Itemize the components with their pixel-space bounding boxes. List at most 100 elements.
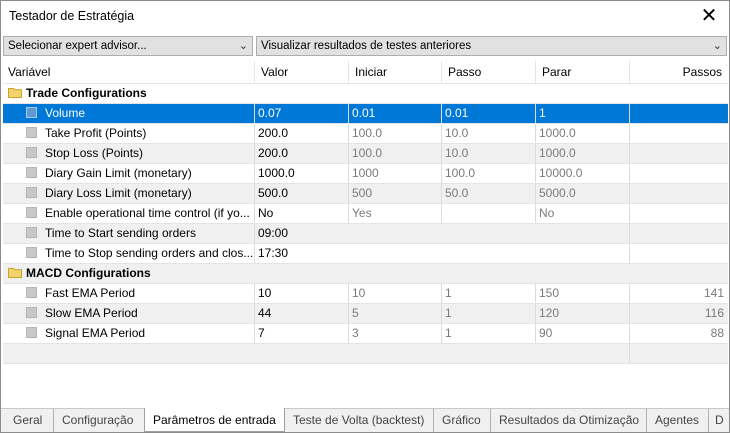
start-cell (349, 224, 442, 243)
column-header-iniciar[interactable]: Iniciar (349, 61, 442, 83)
table-row-volume[interactable]: Volume 0.07 0.01 0.01 1 (3, 104, 728, 124)
steps-cell (630, 224, 728, 243)
table-row[interactable]: Time to Start sending orders 09:00 (3, 224, 728, 244)
value-cell[interactable]: 200.0 (255, 144, 349, 163)
table-row[interactable]: Take Profit (Points) 200.0 100.0 10.0 10… (3, 124, 728, 144)
checkbox[interactable] (26, 287, 37, 299)
value-cell[interactable]: 09:00 (255, 224, 349, 243)
checkbox[interactable] (26, 327, 37, 339)
step-cell (442, 244, 536, 263)
column-header-parar[interactable]: Parar (536, 61, 630, 83)
step-cell[interactable]: 1 (442, 324, 536, 343)
steps-cell (630, 124, 728, 143)
table-row[interactable]: Slow EMA Period 44 5 1 120 116 (3, 304, 728, 324)
checkbox[interactable] (26, 307, 37, 319)
folder-icon (8, 88, 22, 99)
group-label: MACD Configurations (26, 266, 151, 280)
stop-cell[interactable]: 5000.0 (536, 184, 630, 203)
value-cell[interactable]: 7 (255, 324, 349, 343)
tab-agentes[interactable]: Agentes (646, 409, 707, 432)
stop-cell[interactable]: No (536, 204, 630, 223)
variable-name: Time to Start sending orders (45, 226, 196, 240)
strategy-tester-window: Testador de Estratégia ✕ Selecionar expe… (0, 0, 730, 433)
tab-geral[interactable]: Geral (5, 409, 50, 432)
start-cell[interactable]: 3 (349, 324, 442, 343)
chevron-down-icon: ⌄ (238, 40, 248, 52)
step-cell[interactable]: 10.0 (442, 124, 536, 143)
group-row-macd[interactable]: MACD Configurations (3, 264, 728, 284)
checkbox[interactable] (26, 167, 37, 179)
step-cell[interactable]: 1 (442, 284, 536, 303)
steps-cell (630, 204, 728, 223)
group-cell: MACD Configurations (3, 264, 728, 283)
step-cell[interactable]: 50.0 (442, 184, 536, 203)
variable-name: Signal EMA Period (45, 326, 146, 340)
step-cell (442, 224, 536, 243)
value-cell[interactable]: 0.07 (255, 104, 349, 123)
tab-d[interactable]: D (708, 409, 729, 432)
table-row[interactable]: Fast EMA Period 10 10 1 150 141 (3, 284, 728, 304)
variable-name: Take Profit (Points) (45, 126, 147, 140)
stop-cell[interactable]: 90 (536, 324, 630, 343)
value-cell[interactable]: 1000.0 (255, 164, 349, 183)
checkbox[interactable] (26, 227, 37, 239)
value-cell[interactable]: 44 (255, 304, 349, 323)
start-cell[interactable]: Yes (349, 204, 442, 223)
checkbox[interactable] (26, 247, 37, 259)
step-cell[interactable]: 0.01 (442, 104, 536, 123)
expert-advisor-select[interactable]: Selecionar expert advisor... ⌄ (3, 36, 253, 56)
stop-cell[interactable]: 10000.0 (536, 164, 630, 183)
value-cell[interactable]: 200.0 (255, 124, 349, 143)
step-cell[interactable] (442, 204, 536, 223)
checkbox[interactable] (26, 187, 37, 199)
start-cell[interactable]: 500 (349, 184, 442, 203)
table-row[interactable]: Diary Gain Limit (monetary) 1000.0 1000 … (3, 164, 728, 184)
steps-cell (630, 164, 728, 183)
stop-cell[interactable]: 150 (536, 284, 630, 303)
variable-cell: Signal EMA Period (3, 324, 255, 343)
stop-cell[interactable]: 120 (536, 304, 630, 323)
stop-cell (536, 244, 630, 263)
checkbox[interactable] (26, 147, 37, 159)
column-header-passo[interactable]: Passo (442, 61, 536, 83)
expert-advisor-select-value: Selecionar expert advisor... (8, 40, 147, 52)
group-row-trade[interactable]: Trade Configurations (3, 84, 728, 104)
empty-cell (3, 344, 630, 363)
step-cell[interactable]: 1 (442, 304, 536, 323)
tab-teste-de-volta[interactable]: Teste de Volta (backtest) (285, 409, 432, 432)
start-cell[interactable]: 5 (349, 304, 442, 323)
tab-grafico[interactable]: Gráfico (433, 409, 489, 432)
step-cell[interactable]: 100.0 (442, 164, 536, 183)
previous-results-select[interactable]: Visualizar resultados de testes anterior… (256, 36, 727, 56)
start-cell[interactable]: 10 (349, 284, 442, 303)
checkbox[interactable] (26, 207, 37, 219)
tab-parametros-de-entrada[interactable]: Parâmetros de entrada (144, 408, 285, 432)
stop-cell[interactable]: 1 (536, 104, 630, 123)
value-cell[interactable]: 17:30 (255, 244, 349, 263)
table-row[interactable]: Time to Stop sending orders and clos... … (3, 244, 728, 264)
column-header-variavel[interactable]: Variável (3, 61, 255, 83)
column-header-valor[interactable]: Valor (255, 61, 349, 83)
value-cell[interactable]: 10 (255, 284, 349, 303)
start-cell[interactable]: 100.0 (349, 144, 442, 163)
start-cell[interactable]: 100.0 (349, 124, 442, 143)
tab-resultados-da-otimizacao[interactable]: Resultados da Otimização (490, 409, 647, 432)
start-cell[interactable]: 0.01 (349, 104, 442, 123)
column-header-passos[interactable]: Passos (630, 61, 728, 83)
stop-cell[interactable]: 1000.0 (536, 124, 630, 143)
value-cell[interactable]: 500.0 (255, 184, 349, 203)
close-icon[interactable]: ✕ (697, 5, 721, 27)
table-row[interactable]: Stop Loss (Points) 200.0 100.0 10.0 1000… (3, 144, 728, 164)
toolbar: Selecionar expert advisor... ⌄ Visualiza… (1, 34, 729, 58)
table-row[interactable]: Diary Loss Limit (monetary) 500.0 500 50… (3, 184, 728, 204)
table-row[interactable]: Signal EMA Period 7 3 1 90 88 (3, 324, 728, 344)
step-cell[interactable]: 10.0 (442, 144, 536, 163)
checkbox[interactable] (26, 127, 37, 139)
checkbox[interactable] (26, 107, 37, 119)
start-cell[interactable]: 1000 (349, 164, 442, 183)
table-row[interactable]: Enable operational time control (if yo..… (3, 204, 728, 224)
window-title: Testador de Estratégia (9, 9, 135, 23)
stop-cell[interactable]: 1000.0 (536, 144, 630, 163)
value-cell[interactable]: No (255, 204, 349, 223)
tab-configuracao[interactable]: Configuração (53, 409, 141, 432)
